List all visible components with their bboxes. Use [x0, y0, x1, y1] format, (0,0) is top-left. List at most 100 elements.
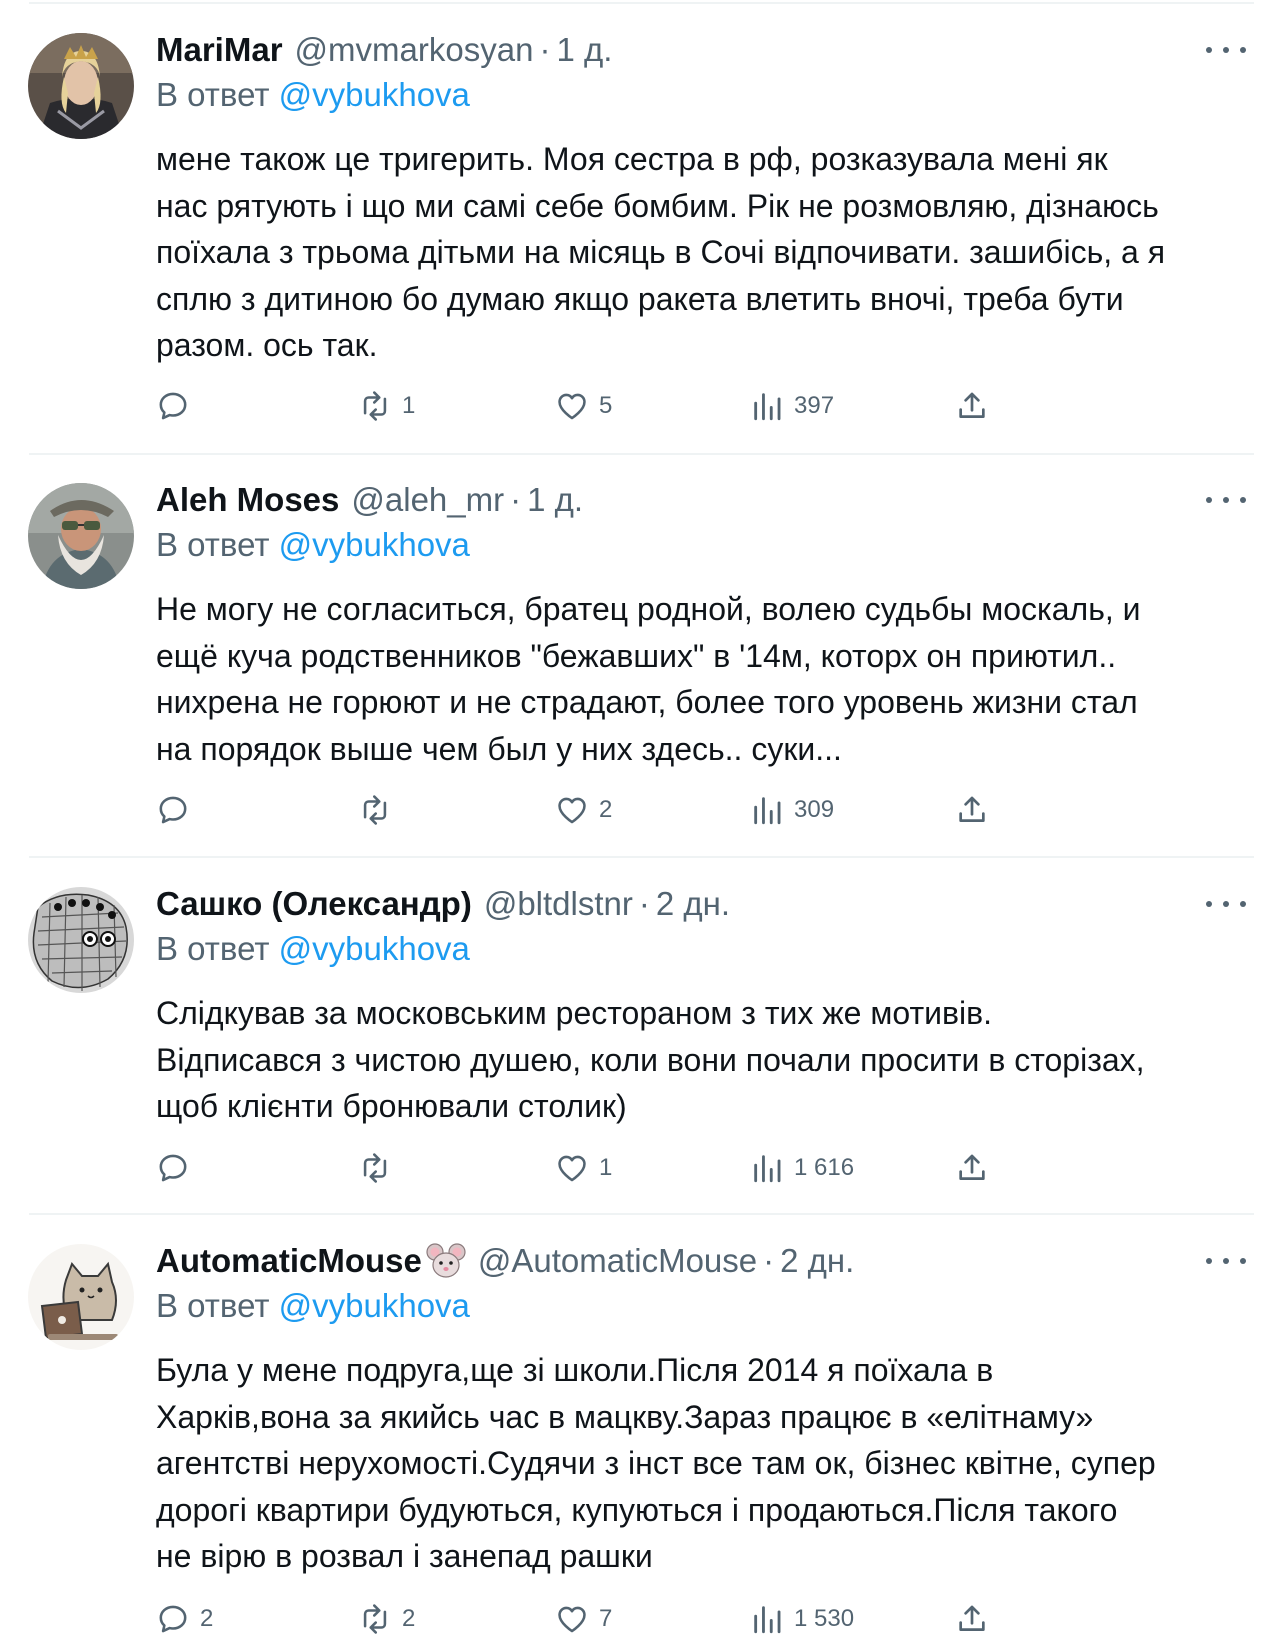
tweet-4[interactable]: AutomaticMouse @AutomaticMouse · 2 дн. В… — [0, 1237, 1284, 1647]
top-divider — [29, 2, 1254, 4]
text-line: разом. ось так. — [156, 327, 378, 363]
reply-button[interactable] — [156, 790, 200, 830]
text-line: Була у мене подруга,ще зі школи.Після 20… — [156, 1352, 994, 1388]
views-button[interactable]: 1 616 — [750, 1148, 854, 1188]
tweet-header: MariMar @mvmarkosyan · 1 д. — [156, 26, 612, 74]
timestamp[interactable]: 2 дн. — [780, 1242, 854, 1280]
timestamp[interactable]: 2 дн. — [656, 885, 730, 923]
tweet-divider — [29, 453, 1254, 455]
avatar[interactable] — [28, 33, 134, 139]
text-line: ещё куча родственников "бежавших" в '14м… — [156, 637, 1117, 674]
like-count: 2 — [599, 796, 613, 823]
mouse-face-icon — [426, 1242, 466, 1280]
text-line: на порядок выше чем был у них здесь.. су… — [156, 730, 842, 767]
tweet-3[interactable]: Сашко (Олександр) @bltdlstnr · 2 дн. В о… — [0, 880, 1284, 1210]
text-line: нихрена не горюют и не страдают, более т… — [156, 684, 1138, 720]
replying-to: В ответ @vybukhova — [156, 76, 470, 114]
views-chart-icon — [754, 797, 781, 825]
reply-prefix: В ответ — [156, 1287, 270, 1324]
views-button[interactable]: 309 — [750, 790, 834, 830]
text-line: не вірю в розвал і занепад рашки — [156, 1538, 653, 1574]
retweet-icon — [363, 1153, 387, 1183]
text-line: Не могу не согласиться, братец родной, в… — [156, 591, 1141, 627]
display-name[interactable]: Сашко (Олександр) — [156, 885, 472, 923]
retweet-button[interactable] — [358, 1148, 402, 1188]
views-button[interactable]: 397 — [750, 386, 834, 426]
reply-count: 2 — [200, 1605, 214, 1632]
like-count: 7 — [599, 1605, 613, 1632]
reply-mention-link[interactable]: @vybukhova — [279, 1287, 470, 1324]
reply-button[interactable]: 2 — [156, 1599, 213, 1639]
reply-mention-link[interactable]: @vybukhova — [279, 526, 470, 563]
retweet-count: 1 — [402, 392, 416, 419]
views-button[interactable]: 1 530 — [750, 1599, 854, 1639]
replying-to: В ответ @vybukhova — [156, 526, 470, 564]
tweet-divider — [29, 856, 1254, 858]
user-handle[interactable]: @AutomaticMouse — [478, 1242, 757, 1280]
reply-mention-link[interactable]: @vybukhova — [279, 76, 470, 113]
user-handle[interactable]: @mvmarkosyan — [295, 31, 534, 69]
retweet-count: 2 — [402, 1605, 416, 1632]
tweet-text: мене також це тригерить. Моя сестра в рф… — [156, 136, 1256, 369]
like-button[interactable]: 7 — [555, 1599, 612, 1639]
text-line: поїхала з трьома дітьми на місяць в Сочі… — [156, 234, 1166, 270]
display-name[interactable]: AutomaticMouse — [156, 1242, 422, 1280]
share-icon — [959, 796, 985, 822]
like-button[interactable]: 5 — [555, 386, 612, 426]
reply-icon — [159, 392, 187, 420]
action-bar: 1 1 616 — [0, 1148, 1284, 1188]
reply-prefix: В ответ — [156, 930, 270, 967]
retweet-button[interactable] — [358, 790, 402, 830]
bearded-man-cap-icon — [28, 483, 134, 589]
reply-button[interactable] — [156, 386, 200, 426]
user-handle[interactable]: @bltdlstnr — [484, 885, 633, 923]
view-count: 1 530 — [794, 1605, 855, 1632]
text-line: нас рятують і що ми самі себе бомбим. Рі… — [156, 187, 1159, 224]
avatar[interactable] — [28, 887, 134, 993]
reply-prefix: В ответ — [156, 526, 270, 563]
like-button[interactable]: 1 — [555, 1148, 612, 1188]
more-options-icon[interactable] — [1206, 40, 1246, 60]
timestamp[interactable]: 1 д. — [527, 481, 583, 519]
reply-icon — [159, 1605, 187, 1633]
avatar[interactable] — [28, 1244, 134, 1350]
display-name[interactable]: Aleh Moses — [156, 481, 339, 519]
timestamp[interactable]: 1 д. — [556, 31, 612, 69]
reply-mention-link[interactable]: @vybukhova — [279, 930, 470, 967]
separator-dot: · — [539, 31, 551, 68]
retweet-button[interactable]: 2 — [358, 1599, 415, 1639]
separator-dot: · — [638, 885, 650, 922]
retweet-icon — [363, 1604, 387, 1634]
avatar[interactable] — [28, 483, 134, 589]
action-bar: 2 309 — [0, 790, 1284, 830]
text-line: Харків,вона за якийсь час в мацкву.Зараз… — [156, 1398, 1094, 1435]
more-options-icon[interactable] — [1206, 894, 1246, 914]
action-bar: 1 5 397 — [0, 386, 1284, 426]
portrait-woman-crown-icon — [28, 33, 134, 139]
action-bar: 2 2 7 1 530 — [0, 1599, 1284, 1639]
reply-icon — [159, 796, 187, 824]
display-name[interactable]: MariMar — [156, 31, 283, 69]
tweet-2[interactable]: Aleh Moses @aleh_mr · 1 д. В ответ @vybu… — [0, 476, 1284, 852]
share-button[interactable] — [955, 386, 989, 426]
like-count: 1 — [599, 1154, 613, 1181]
user-handle[interactable]: @aleh_mr — [351, 481, 504, 519]
views-chart-icon — [754, 393, 781, 421]
share-button[interactable] — [955, 1599, 989, 1639]
text-line: дорогі квартири будуються, купуються і п… — [156, 1491, 1118, 1528]
replying-to: В ответ @vybukhova — [156, 1287, 470, 1325]
text-line: щоб клієнти бронювали столик) — [156, 1088, 627, 1124]
share-button[interactable] — [955, 1148, 989, 1188]
more-options-icon[interactable] — [1206, 1251, 1246, 1271]
tweet-text: Не могу не согласиться, братец родной, в… — [156, 586, 1256, 772]
retweet-button[interactable]: 1 — [358, 386, 415, 426]
text-line: мене також це тригерить. Моя сестра в рф… — [156, 141, 1108, 177]
more-options-icon[interactable] — [1206, 490, 1246, 510]
view-count: 1 616 — [794, 1154, 855, 1181]
like-button[interactable]: 2 — [555, 790, 612, 830]
tweet-1[interactable]: MariMar @mvmarkosyan · 1 д. В ответ @vyb… — [0, 26, 1284, 446]
text-line: агентстві нерухомості.Судячи з інст все … — [156, 1445, 1156, 1481]
tweet-header: Сашко (Олександр) @bltdlstnr · 2 дн. — [156, 880, 730, 928]
share-button[interactable] — [955, 790, 989, 830]
reply-button[interactable] — [156, 1148, 200, 1188]
